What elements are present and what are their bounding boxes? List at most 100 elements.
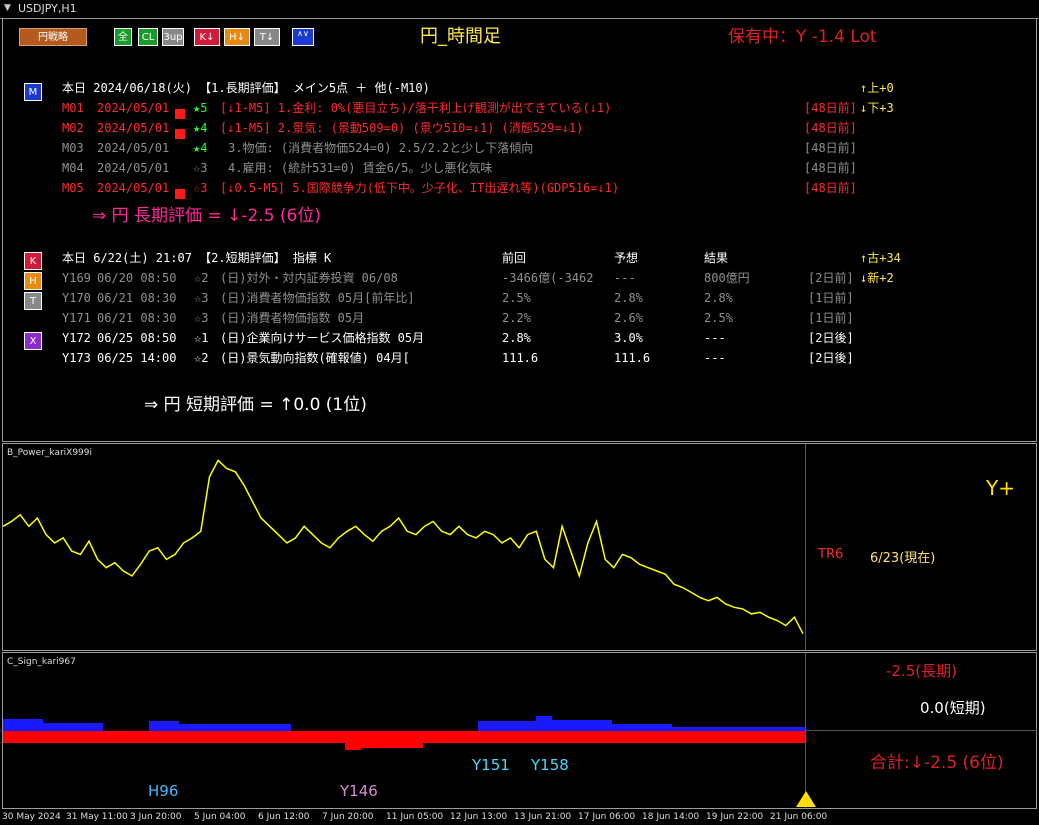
all-button[interactable]: 全 — [114, 28, 132, 46]
short-term-row-age: [2日前] — [808, 271, 854, 285]
window-menu-icon[interactable]: ▼ — [4, 3, 11, 13]
current-time-marker-icon[interactable] — [795, 790, 817, 808]
long-term-row-age: [48日前] — [804, 121, 857, 135]
blue-bar-segment — [552, 720, 612, 731]
short-term-row-name: (日)消費者物価指数 05月 — [220, 311, 365, 325]
long-term-row-text: 3.物価: (消費者物価524=0) 2.5/2.2と少し下落傾向 — [228, 141, 534, 155]
short-term-row-stars: ☆3 — [194, 291, 209, 305]
blue-bar-segment — [536, 716, 552, 731]
marker-y151: Y151 — [472, 756, 510, 774]
long-term-header: 本日 2024/06/18(火) 【1.長期評価】 メイン5点 ＋ 他(-M10… — [62, 81, 430, 95]
time-axis-label: 30 May 2024 — [2, 812, 61, 822]
marker-y158: Y158 — [531, 756, 569, 774]
blue-bar-segment — [149, 721, 179, 731]
flag-square-icon — [175, 103, 185, 122]
time-axis-label: 12 Jun 13:00 — [450, 812, 508, 822]
blue-bar-segment — [612, 724, 672, 731]
long-term-row-id: M01 — [62, 101, 84, 115]
strategy-button[interactable]: 円戦略 — [19, 28, 87, 46]
time-axis-label: 11 Jun 05:00 — [386, 812, 444, 822]
short-term-row-stars: ☆1 — [194, 331, 209, 345]
short-term-row-result: --- — [704, 331, 726, 345]
long-term-up-count: ↑上+0 — [860, 81, 894, 95]
tr-label: TR6 — [818, 547, 844, 562]
long-term-row-text: [↓1-M5] 2.景気: (景動509=0) (景ウ510=↓1) (消態52… — [220, 121, 584, 135]
blue-bar-segment — [3, 719, 43, 731]
side-button-x[interactable]: X — [24, 332, 42, 350]
now-label: 6/23(現在) — [870, 551, 936, 566]
short-term-summary: ⇒ 円 短期評価 = ↑0.0 (1位) — [144, 395, 367, 415]
short-term-row-prev: 111.6 — [502, 351, 539, 365]
power-series-line — [3, 459, 804, 635]
long-term-row-date: 2024/05/01 — [97, 121, 170, 135]
long-term-row-stars: ★4 — [193, 121, 208, 135]
long-term-row-text: 4.雇用: (統計531=0) 賃金6/5。少し悪化気味 — [228, 161, 493, 175]
blue-bar-segment — [672, 727, 805, 731]
short-term-row-prev: -3466億(-3462 — [502, 271, 594, 285]
time-axis-label: 7 Jun 20:00 — [322, 812, 374, 822]
short-term-row-id: Y170 — [62, 291, 91, 305]
short-term-row-datetime: 06/20 08:50 — [97, 271, 177, 285]
side-button-h[interactable]: H — [24, 272, 42, 290]
long-term-row-date: 2024/05/01 — [97, 181, 170, 195]
long-term-row-date: 2024/05/01 — [97, 141, 170, 155]
total-evaluation: 合計:↓-2.5 (6位) — [870, 753, 1004, 773]
long-term-summary: ⇒ 円 長期評価 = ↓-2.5 (6位) — [92, 206, 322, 226]
short-term-row-prev: 2.2% — [502, 311, 531, 325]
short-term-header: 本日 6/22(土) 21:07 【2.短期評価】 指標 K — [62, 251, 332, 265]
totals-divider — [805, 730, 1037, 731]
short-term-row-age: [1日前] — [808, 291, 854, 305]
col-prev-header: 前回 — [502, 251, 527, 265]
short-term-row-name: (日)消費者物価指数 05月[前年比] — [220, 291, 415, 305]
short-term-row-forecast: 3.0% — [614, 331, 643, 345]
cl-button[interactable]: CL — [138, 28, 158, 46]
short-term-row-id: Y171 — [62, 311, 91, 325]
long-term-row-date: 2024/05/01 — [97, 161, 170, 175]
chart-window-title-bar: ▼ USDJPY,H1 — [0, 0, 1039, 19]
short-term-row-age: [2日後] — [808, 351, 854, 365]
time-axis-label: 21 Jun 06:00 — [770, 812, 828, 822]
short-term-row-datetime: 06/21 08:30 — [97, 311, 177, 325]
time-axis-label: 17 Jun 06:00 — [578, 812, 636, 822]
long-term-row-id: M02 — [62, 121, 84, 135]
short-term-old-count: ↑古+34 — [860, 251, 901, 265]
marker-h96: H96 — [148, 782, 179, 800]
t-down-button[interactable]: T↓ — [254, 28, 280, 46]
blue-bar-segment — [478, 721, 538, 731]
red-bar-dip — [361, 743, 423, 748]
power-line-chart — [3, 459, 804, 635]
short-term-row-age: [2日後] — [808, 331, 854, 345]
time-axis-label: 18 Jun 14:00 — [642, 812, 700, 822]
long-term-row-text: [↓1-M5] 1.金利: 0%(悪目立ち)/落干利上げ観測が出てきている(↓1… — [220, 101, 612, 115]
long-term-row-stars: ☆3 — [193, 181, 208, 195]
short-term-row-id: Y169 — [62, 271, 91, 285]
long-term-row-age: [48日前] — [804, 141, 857, 155]
position-status: 保有中：Y -1.4 Lot — [728, 27, 877, 47]
scroll-toggle-button[interactable]: ∧∨ — [292, 28, 314, 46]
short-term-row-prev: 2.5% — [502, 291, 531, 305]
time-axis-label: 5 Jun 04:00 — [194, 812, 246, 822]
short-term-row-datetime: 06/21 08:30 — [97, 291, 177, 305]
side-button-t[interactable]: T — [24, 292, 42, 310]
short-term-row-forecast: --- — [614, 271, 636, 285]
short-term-row-datetime: 06/25 14:00 — [97, 351, 177, 365]
short-term-value: 0.0(短期) — [920, 699, 986, 717]
side-button-m[interactable]: M — [24, 83, 42, 101]
flag-square-icon — [175, 183, 185, 202]
long-term-row-id: M05 — [62, 181, 84, 195]
short-term-row-datetime: 06/25 08:50 — [97, 331, 177, 345]
short-term-new-count: ↓新+2 — [860, 271, 894, 285]
side-button-k[interactable]: K — [24, 252, 42, 270]
short-term-row-stars: ☆2 — [194, 351, 209, 365]
long-term-row-stars: ★4 — [193, 141, 208, 155]
short-term-row-result: 2.8% — [704, 291, 733, 305]
time-axis-label: 6 Jun 12:00 — [258, 812, 310, 822]
flag-square-icon — [175, 123, 185, 142]
k-down-button[interactable]: K↓ — [194, 28, 220, 46]
short-term-row-result: 2.5% — [704, 311, 733, 325]
col-result-header: 結果 — [704, 251, 729, 265]
power-signal: Y+ — [986, 476, 1015, 500]
short-term-row-result: --- — [704, 351, 726, 365]
h-down-button[interactable]: H↓ — [224, 28, 250, 46]
3up-button[interactable]: 3up — [162, 28, 184, 46]
